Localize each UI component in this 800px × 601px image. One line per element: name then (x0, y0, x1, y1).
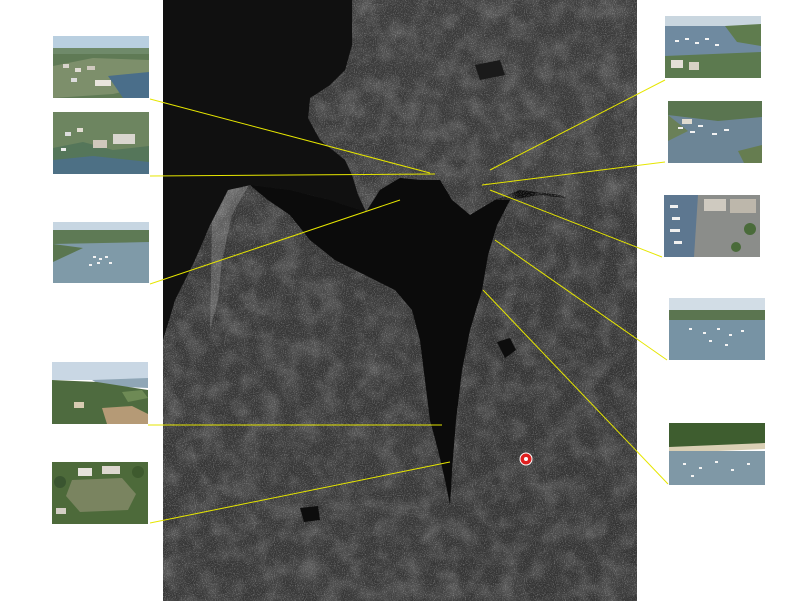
aerial-photo-marina-cove[interactable] (53, 222, 149, 283)
map-pin-icon[interactable] (519, 452, 533, 466)
aerial-photo-harbor-boats[interactable] (668, 101, 762, 163)
aerial-photo-beach-shoreline[interactable] (669, 423, 765, 485)
aerial-photo-boatyard[interactable] (664, 195, 760, 257)
aerial-photo-bluff-overlook[interactable] (52, 362, 148, 424)
aerial-photo-campus-field[interactable] (52, 462, 148, 524)
aerial-photo-marina-docks[interactable] (665, 16, 761, 78)
aerial-photo-waterfront-neighborhood[interactable] (53, 36, 149, 98)
aerial-photo-moored-boats[interactable] (669, 298, 765, 360)
aerial-photo-harbor-buildings[interactable] (53, 112, 149, 174)
